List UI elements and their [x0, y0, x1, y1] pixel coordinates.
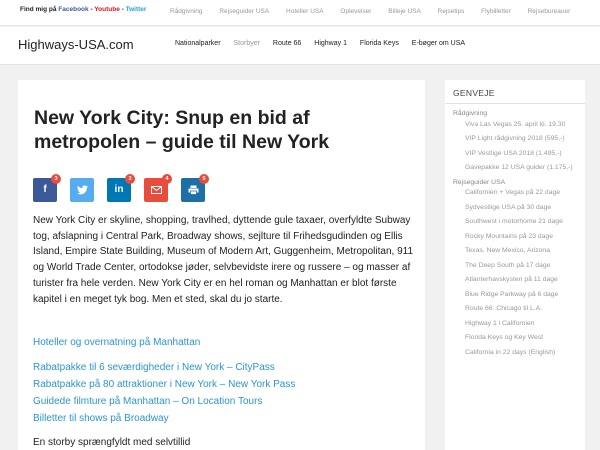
sidebar-item[interactable]: Atlanterhavskysten på 11 dage [453, 275, 583, 286]
sidebar-menu: Rådgivning Viva Las Vegas 25. april kl. … [453, 109, 583, 362]
email-icon [150, 186, 162, 194]
print-button[interactable]: 5 [181, 174, 209, 202]
site-header: Highways-USA.com Nationalparker Storbyer… [0, 27, 600, 65]
find-me-text: Find mig på Facebook - Youtube - Twitter [20, 6, 146, 13]
share-count-badge: 4 [162, 174, 172, 184]
sidebar-divider [445, 103, 585, 104]
sidebar-item[interactable]: The Deep South på 17 dage [453, 261, 583, 272]
share-count-badge: 5 [199, 174, 209, 184]
article-content: New York City: Snup en bid af metropolen… [18, 80, 425, 450]
sidebar-item[interactable]: Viva Las Vegas 25. april kl. 19.30 [453, 120, 583, 131]
twitter-share-button[interactable] [70, 178, 94, 202]
twitter-icon [76, 185, 88, 195]
youtube-link[interactable]: Youtube [94, 6, 120, 13]
top-nav-item[interactable]: Hoteller USA [286, 6, 324, 17]
main-nav-item[interactable]: E-bøger om USA [412, 40, 465, 47]
main-nav-item[interactable]: Route 66 [273, 40, 301, 47]
sidebar-item[interactable]: Blue Ridge Parkway på 6 dage [453, 290, 583, 301]
facebook-share-button[interactable]: f 3 [33, 174, 61, 202]
article-link[interactable]: Rabatpakke på 80 attraktioner i New York… [33, 379, 295, 390]
sidebar-item[interactable]: Californien + Vegas på 22 dage [453, 188, 583, 199]
sidebar-item[interactable]: Rocky Mountains på 23 dage [453, 232, 583, 243]
sidebar-item[interactable]: Texas, New Mexico, Arizona [453, 246, 583, 257]
main-nav-item[interactable]: Nationalparker [175, 40, 221, 47]
twitter-link[interactable]: Twitter [126, 6, 147, 13]
sidebar-item[interactable]: Highway 1 i Californien [453, 319, 583, 330]
sidebar-category[interactable]: Rejseguider USA [453, 178, 583, 189]
main-nav-item-active[interactable]: Storbyer [233, 40, 259, 47]
sidebar: GENVEJE Rådgivning Viva Las Vegas 25. ap… [445, 80, 585, 450]
article-intro: New York City er skyline, shopping, trav… [33, 215, 414, 305]
top-nav-item[interactable]: Rejsebureauer [528, 6, 571, 17]
sidebar-item[interactable]: VIP Light rådgivning 2018 (595,-) [453, 134, 583, 145]
article-link[interactable]: Guidede filmture på Manhattan – On Locat… [33, 396, 262, 407]
email-share-button[interactable]: 4 [144, 174, 172, 202]
article-link[interactable]: Hoteller og overnatning på Manhattan [33, 337, 200, 348]
top-nav: Rådgivning Rejseguider USA Hoteller USA … [170, 6, 590, 17]
sidebar-item[interactable]: Route 66: Chicago til L.A. [453, 304, 583, 315]
top-bar: Find mig på Facebook - Youtube - Twitter… [0, 0, 600, 26]
print-icon [188, 185, 198, 195]
main-nav-item[interactable]: Florida Keys [360, 40, 399, 47]
linkedin-icon: in [114, 184, 124, 195]
top-nav-item[interactable]: Rådgivning [170, 6, 203, 17]
share-count-badge: 3 [125, 174, 135, 184]
article-title: New York City: Snup en bid af metropolen… [34, 107, 330, 153]
sidebar-item[interactable]: California in 22 days (English) [453, 348, 583, 359]
linkedin-share-button[interactable]: in 3 [107, 174, 135, 202]
top-nav-item[interactable]: Oplevelser [340, 6, 371, 17]
sidebar-item[interactable]: VIP Vestlige USA 2018 (1.495,-) [453, 149, 583, 160]
main-nav: Nationalparker Storbyer Route 66 Highway… [175, 40, 476, 47]
article-link[interactable]: Billetter til shows på Broadway [33, 413, 169, 424]
facebook-link[interactable]: Facebook [58, 6, 88, 13]
top-nav-item[interactable]: Rejsetips [438, 6, 465, 17]
top-nav-item[interactable]: Flybilletter [481, 6, 511, 17]
main-nav-item[interactable]: Highway 1 [314, 40, 347, 47]
sidebar-item[interactable]: Southwest i motorhome 21 dage [453, 217, 583, 228]
sidebar-item[interactable]: Florida Keys og Key West [453, 333, 583, 344]
sidebar-item[interactable]: Sydvestlige USA på 30 dage [453, 203, 583, 214]
find-me-label: Find mig på [20, 6, 57, 13]
sidebar-category[interactable]: Rådgivning [453, 109, 583, 120]
sidebar-title: GENVEJE [453, 88, 495, 98]
facebook-icon: f [43, 184, 47, 195]
sidebar-item[interactable]: Gavepakke 12 USA guider (1.175,-) [453, 163, 583, 174]
site-logo[interactable]: Highways-USA.com [18, 37, 134, 52]
top-nav-item[interactable]: Rejseguider USA [219, 6, 269, 17]
article-link[interactable]: Rabatpakke til 6 seværdigheder i New Yor… [33, 362, 275, 373]
top-nav-item[interactable]: Billeje USA [388, 6, 421, 17]
share-count-badge: 3 [51, 174, 61, 184]
article-subheading: En storby sprængfyldt med selvtillid [33, 437, 191, 448]
